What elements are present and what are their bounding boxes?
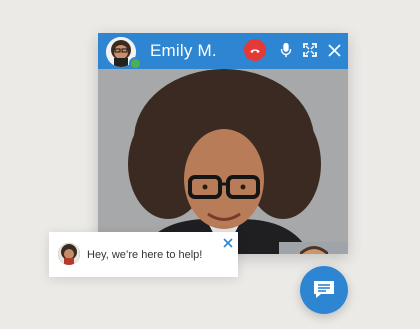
self-participant-image <box>279 242 348 254</box>
agent-avatar <box>58 243 80 265</box>
video-call-window: Emily M. <box>98 33 348 254</box>
end-call-button[interactable] <box>244 39 266 61</box>
close-icon <box>223 238 233 248</box>
call-titlebar: Emily M. <box>98 33 348 70</box>
remote-video <box>98 69 348 254</box>
chat-greeting-bubble[interactable]: Hey, we’re here to help! <box>49 232 238 277</box>
chat-icon <box>314 281 334 298</box>
close-call-window-button[interactable] <box>323 39 345 61</box>
open-chat-button[interactable] <box>300 266 348 314</box>
microphone-icon <box>280 42 292 58</box>
fullscreen-icon <box>303 43 317 57</box>
self-video-preview[interactable] <box>279 242 348 254</box>
caller-name: Emily M. <box>150 41 217 60</box>
fullscreen-button[interactable] <box>299 39 321 61</box>
end-call-icon <box>250 49 260 53</box>
dismiss-greeting-button[interactable] <box>222 236 234 248</box>
mute-microphone-button[interactable] <box>275 39 297 61</box>
remote-participant-image <box>98 69 348 254</box>
chat-greeting-text: Hey, we’re here to help! <box>87 249 203 261</box>
close-icon <box>327 43 341 57</box>
